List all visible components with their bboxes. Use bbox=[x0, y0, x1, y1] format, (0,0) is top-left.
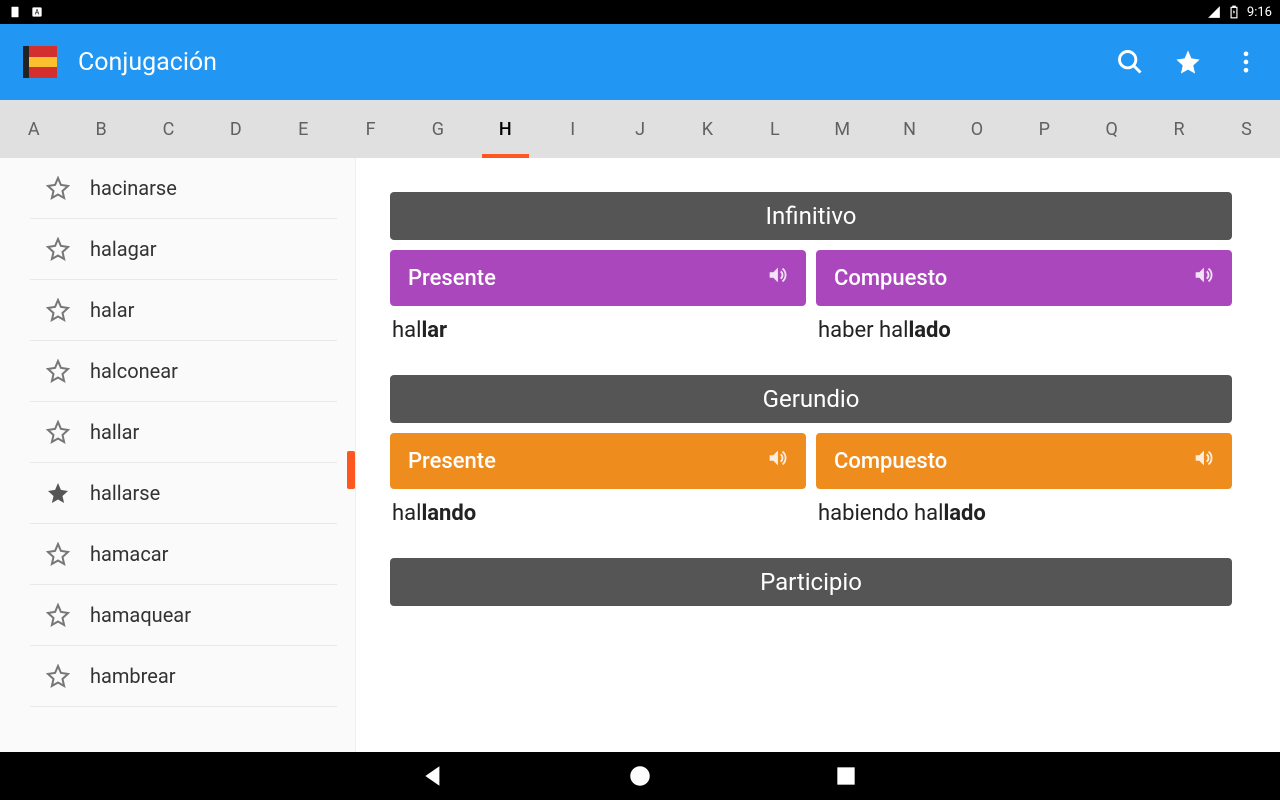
verb-item[interactable]: hacinarse bbox=[30, 158, 337, 219]
status-time: 9:16 bbox=[1247, 5, 1272, 20]
star-outline-icon[interactable] bbox=[46, 298, 70, 322]
section-header: Participio bbox=[390, 558, 1232, 606]
star-outline-icon[interactable] bbox=[46, 603, 70, 627]
alpha-tab-d[interactable]: D bbox=[202, 100, 269, 158]
battery-icon bbox=[1227, 5, 1241, 19]
speaker-icon[interactable] bbox=[766, 264, 788, 292]
verb-form: hallando bbox=[390, 497, 806, 530]
active-tab-indicator bbox=[482, 154, 529, 158]
verb-form: habiendo hallado bbox=[816, 497, 1232, 530]
alpha-tab-i[interactable]: I bbox=[539, 100, 606, 158]
verb-label: hacinarse bbox=[90, 176, 177, 200]
signal-icon bbox=[1207, 5, 1221, 19]
alpha-tab-m[interactable]: M bbox=[809, 100, 876, 158]
verb-item[interactable]: hallar bbox=[30, 402, 337, 463]
verb-label: halconear bbox=[90, 359, 178, 383]
star-outline-icon[interactable] bbox=[46, 420, 70, 444]
verb-item[interactable]: hamaquear bbox=[30, 585, 337, 646]
alpha-tab-q[interactable]: Q bbox=[1078, 100, 1145, 158]
verb-item[interactable]: hallarse bbox=[30, 463, 337, 524]
tense-label: Compuesto bbox=[834, 266, 947, 291]
tense-header[interactable]: Compuesto bbox=[816, 250, 1232, 306]
more-vert-icon bbox=[1232, 48, 1260, 76]
tense-label: Presente bbox=[408, 449, 496, 474]
alpha-tab-l[interactable]: L bbox=[741, 100, 808, 158]
star-outline-icon[interactable] bbox=[46, 237, 70, 261]
verb-form: hallar bbox=[390, 314, 806, 347]
alpha-tab-j[interactable]: J bbox=[606, 100, 673, 158]
alphabet-tabs: ABCDEFGHIJKLMNOPQRS bbox=[0, 100, 1280, 158]
verb-list-sidebar[interactable]: hacinarse halagar halar halconear hallar hall… bbox=[0, 158, 356, 752]
alpha-tab-s[interactable]: S bbox=[1213, 100, 1280, 158]
favorites-button[interactable] bbox=[1174, 48, 1202, 76]
alpha-tab-k[interactable]: K bbox=[674, 100, 741, 158]
svg-text:A: A bbox=[35, 8, 40, 16]
star-icon bbox=[1174, 48, 1202, 76]
overflow-menu-button[interactable] bbox=[1232, 48, 1260, 76]
triangle-back-icon bbox=[421, 763, 447, 789]
tense-header[interactable]: Presente bbox=[390, 250, 806, 306]
android-nav-bar bbox=[0, 752, 1280, 800]
app-bar: Conjugación bbox=[0, 24, 1280, 100]
tense-label: Presente bbox=[408, 266, 496, 291]
verb-label: hamacar bbox=[90, 542, 168, 566]
alpha-tab-f[interactable]: F bbox=[337, 100, 404, 158]
verb-item[interactable]: halagar bbox=[30, 219, 337, 280]
android-status-bar: A 9:16 bbox=[0, 0, 1280, 24]
section-header: Gerundio bbox=[390, 375, 1232, 423]
star-outline-icon[interactable] bbox=[46, 664, 70, 688]
scroll-thumb[interactable] bbox=[347, 451, 355, 489]
star-outline-icon[interactable] bbox=[46, 542, 70, 566]
speaker-icon[interactable] bbox=[1192, 447, 1214, 475]
nav-home-button[interactable] bbox=[627, 763, 653, 789]
alpha-tab-r[interactable]: R bbox=[1145, 100, 1212, 158]
alpha-tab-p[interactable]: P bbox=[1011, 100, 1078, 158]
tense-label: Compuesto bbox=[834, 449, 947, 474]
alpha-tab-n[interactable]: N bbox=[876, 100, 943, 158]
nav-recent-button[interactable] bbox=[833, 763, 859, 789]
star-filled-icon[interactable] bbox=[46, 481, 70, 505]
alpha-tab-g[interactable]: G bbox=[404, 100, 471, 158]
verb-item[interactable]: hambrear bbox=[30, 646, 337, 707]
alpha-tab-o[interactable]: O bbox=[943, 100, 1010, 158]
verb-label: hallar bbox=[90, 420, 139, 444]
search-button[interactable] bbox=[1116, 48, 1144, 76]
verb-label: hamaquear bbox=[90, 603, 191, 627]
search-icon bbox=[1116, 48, 1144, 76]
verb-label: hambrear bbox=[90, 664, 176, 688]
alpha-tab-b[interactable]: B bbox=[67, 100, 134, 158]
conjugation-panel[interactable]: Infinitivo Presente Compuesto hallar haber h… bbox=[356, 158, 1280, 752]
verb-label: hallarse bbox=[90, 481, 160, 505]
alpha-tab-e[interactable]: E bbox=[270, 100, 337, 158]
tense-header[interactable]: Compuesto bbox=[816, 433, 1232, 489]
verb-label: halar bbox=[90, 298, 134, 322]
notification-icon bbox=[8, 5, 22, 19]
section-header: Infinitivo bbox=[390, 192, 1232, 240]
app-logo-icon bbox=[20, 42, 60, 82]
speaker-icon[interactable] bbox=[766, 447, 788, 475]
verb-item[interactable]: hamacar bbox=[30, 524, 337, 585]
speaker-icon[interactable] bbox=[1192, 264, 1214, 292]
nav-back-button[interactable] bbox=[421, 763, 447, 789]
verb-label: halagar bbox=[90, 237, 157, 261]
circle-home-icon bbox=[627, 763, 653, 789]
tense-header[interactable]: Presente bbox=[390, 433, 806, 489]
star-outline-icon[interactable] bbox=[46, 359, 70, 383]
app-badge-icon: A bbox=[30, 5, 44, 19]
verb-item[interactable]: halconear bbox=[30, 341, 337, 402]
alpha-tab-h[interactable]: H bbox=[472, 100, 539, 158]
verb-form: haber hallado bbox=[816, 314, 1232, 347]
verb-item[interactable]: halar bbox=[30, 280, 337, 341]
star-outline-icon[interactable] bbox=[46, 176, 70, 200]
app-title: Conjugación bbox=[78, 48, 1116, 77]
alpha-tab-c[interactable]: C bbox=[135, 100, 202, 158]
square-recent-icon bbox=[833, 763, 859, 789]
alpha-tab-a[interactable]: A bbox=[0, 100, 67, 158]
